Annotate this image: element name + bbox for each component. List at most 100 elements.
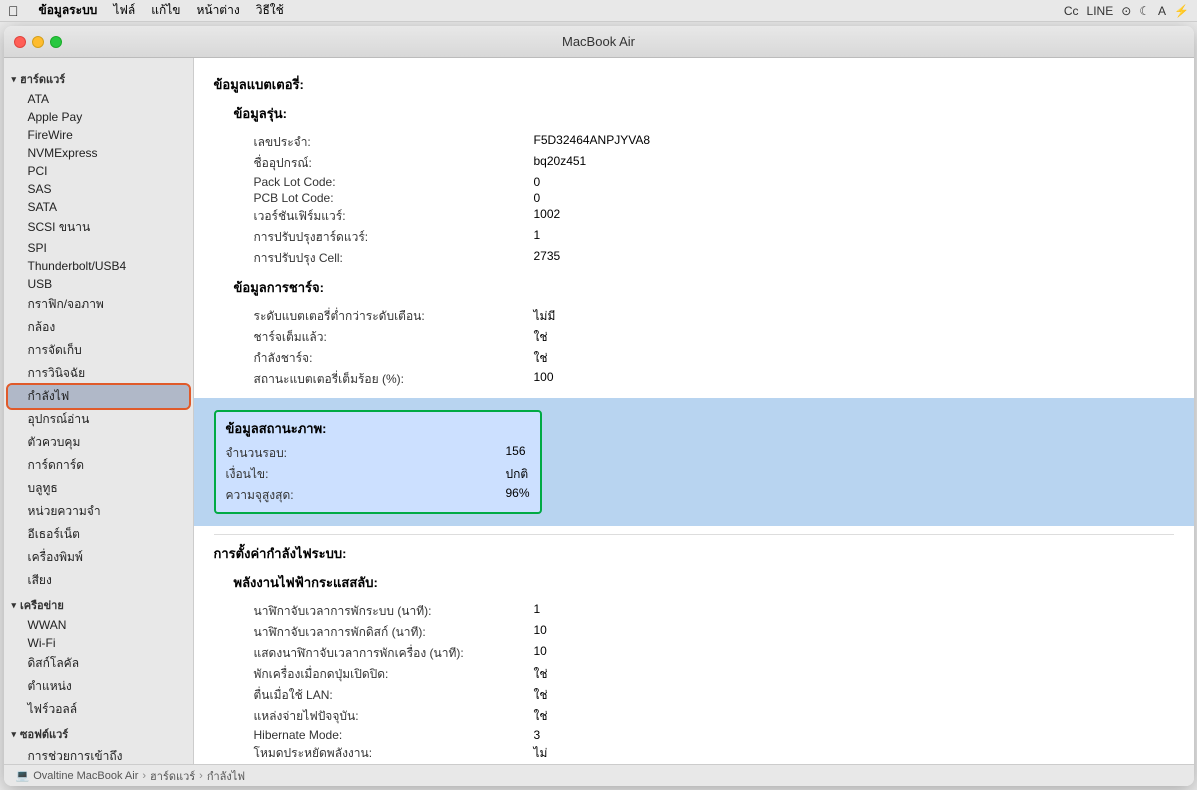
charge-field-charging: กำลังชาร์จ: ใช่ (254, 348, 1174, 369)
sidebar-item-firewire[interactable]: FireWire (4, 126, 193, 144)
status-field-condition: เงื่อนไข: ปกติ (226, 464, 530, 485)
sidebar-item-storage[interactable]: การจัดเก็บ (4, 339, 193, 362)
sidebar-item-usb[interactable]: USB (4, 275, 193, 293)
charge-info-block: ข้อมูลการชาร์จ: ระดับแบตเตอรี่ต่ำกว่าระด… (234, 277, 1174, 390)
network-group-header[interactable]: ▾ เครือข่าย (4, 592, 193, 616)
model-field-pcb: PCB Lot Code: 0 (254, 190, 1174, 206)
status-value-cycles: 156 (506, 444, 526, 463)
ac-power-block: พลังงานไฟฟ้ากระแสสลับ: นาฬิกาจับเวลาการพ… (234, 572, 1174, 764)
main-window: MacBook Air ▾ ฮาร์ดแวร์ ATA Apple Pay Fi… (4, 26, 1194, 786)
night-shift-icon: ☾ (1139, 4, 1150, 18)
charge-value-pct: 100 (534, 370, 554, 389)
sidebar-item-thunderbolt[interactable]: Thunderbolt/USB4 (4, 257, 193, 275)
ac-value-3: ใช่ (534, 665, 548, 684)
model-label-device: ชื่ออุปกรณ์: (254, 154, 534, 173)
ac-label-5: แหล่งจ่ายไฟปัจจุบัน: (254, 707, 534, 726)
sidebar-item-graphics[interactable]: กราฟิก/จอภาพ (4, 293, 193, 316)
status-highlight-block: ข้อมูลสถานะภาพ: จำนวนรอบ: 156 เงื่อนไข: … (214, 410, 542, 514)
titlebar: MacBook Air (4, 26, 1194, 58)
charge-info-title: ข้อมูลการชาร์จ: (234, 277, 1174, 298)
sidebar-item-sas[interactable]: SAS (4, 180, 193, 198)
model-field-hw: การปรับปรุงฮาร์ดแวร์: 1 (254, 227, 1174, 248)
sidebar-item-nvme[interactable]: NVMExpress (4, 144, 193, 162)
software-group-label: ซอฟต์แวร์ (20, 725, 68, 743)
model-info-block: ข้อมูลรุ่น: เลขประจำ: F5D32464ANPJYVA8 ช… (234, 103, 1174, 269)
model-value-device: bq20z451 (534, 154, 587, 173)
apple-menu[interactable]:  (8, 3, 19, 19)
charge-field-full: ชาร์จเต็มแล้ว: ใช่ (254, 327, 1174, 348)
sidebar: ▾ ฮาร์ดแวร์ ATA Apple Pay FireWire NVMEx… (4, 58, 194, 764)
hardware-group-header[interactable]: ▾ ฮาร์ดแวร์ (4, 66, 193, 90)
sidebar-item-scsi[interactable]: SCSI ขนาน (4, 216, 193, 239)
close-button[interactable] (14, 36, 26, 48)
traffic-lights (14, 36, 62, 48)
ac-field-3: พักเครื่องเมื่อกดปุ่มเปิดปิด: ใช่ (254, 664, 1174, 685)
status-row-highlight: ข้อมูลสถานะภาพ: จำนวนรอบ: 156 เงื่อนไข: … (194, 398, 1194, 526)
sidebar-item-controller[interactable]: ตัวควบคุม (4, 431, 193, 454)
ac-field-0: นาฬิกาจับเวลาการพักระบบ (นาที): 1 (254, 601, 1174, 622)
status-label-condition: เงื่อนไข: (226, 465, 506, 484)
sidebar-item-accessibility[interactable]: การช่วยการเข้าถึง (4, 745, 193, 764)
breadcrumb-section: กำลังไฟ (207, 767, 245, 785)
menu-window[interactable]: หน้าต่าง (196, 1, 239, 20)
ac-label-0: นาฬิกาจับเวลาการพักระบบ (นาที): (254, 602, 534, 621)
charge-value-full: ใช่ (534, 328, 548, 347)
model-label-serial: เลขประจำ: (254, 133, 534, 152)
menu-edit[interactable]: แก้ไข (151, 1, 180, 20)
sidebar-item-firewall[interactable]: ไฟร์วอลล์ (4, 698, 193, 721)
ac-fields: นาฬิกาจับเวลาการพักระบบ (นาที): 1 นาฬิกา… (254, 601, 1174, 764)
sidebar-item-ethernet[interactable]: อีเธอร์เน็ต (4, 523, 193, 546)
sidebar-item-pci[interactable]: PCI (4, 162, 193, 180)
model-label-cell: การปรับปรุง Cell: (254, 249, 534, 268)
ac-value-4: ใช่ (534, 686, 548, 705)
sidebar-item-power[interactable]: กำลังไฟ (8, 385, 189, 408)
model-value-hw: 1 (534, 228, 541, 247)
menu-help[interactable]: วิธีใช้ (256, 1, 284, 20)
sidebar-item-memory[interactable]: หน่วยความจำ (4, 500, 193, 523)
sidebar-item-applepay[interactable]: Apple Pay (4, 108, 193, 126)
sidebar-item-disklocal[interactable]: ดิสก์โลคัล (4, 652, 193, 675)
menu-system-info[interactable]: ข้อมูลระบบ (39, 1, 98, 20)
main-content: ▾ ฮาร์ดแวร์ ATA Apple Pay FireWire NVMEx… (4, 58, 1194, 764)
sidebar-item-location[interactable]: ตำแหน่ง (4, 675, 193, 698)
charge-label-charging: กำลังชาร์จ: (254, 349, 534, 368)
charge-value-charging: ใช่ (534, 349, 548, 368)
sidebar-item-spi[interactable]: SPI (4, 239, 193, 257)
power-settings-title: การตั้งค่ากำลังไฟระบบ: (214, 543, 1174, 564)
status-label-capacity: ความจุสูงสุด: (226, 486, 506, 505)
sidebar-item-sata[interactable]: SATA (4, 198, 193, 216)
sidebar-item-card[interactable]: การ์ดการ์ด (4, 454, 193, 477)
charge-field-low: ระดับแบตเตอรี่ต่ำกว่าระดับเตือน: ไม่มี (254, 306, 1174, 327)
ac-field-5: แหล่งจ่ายไฟปัจจุบัน: ใช่ (254, 706, 1174, 727)
status-field-cycles: จำนวนรอบ: 156 (226, 443, 530, 464)
sidebar-item-bluetooth[interactable]: บลูทูธ (4, 477, 193, 500)
menu-file[interactable]: ไฟล์ (113, 1, 135, 20)
line-icon: LINE (1087, 4, 1114, 18)
ac-label-2: แสดงนาฬิกาจับเวลาการพักเครื่อง (นาที): (254, 644, 534, 663)
sidebar-item-reader[interactable]: อุปกรณ์อ่าน (4, 408, 193, 431)
sidebar-item-wwan[interactable]: WWAN (4, 616, 193, 634)
sidebar-item-sound[interactable]: เสียง (4, 569, 193, 592)
sidebar-item-printer[interactable]: เครื่องพิมพ์ (4, 546, 193, 569)
status-value-condition: ปกติ (506, 465, 529, 484)
ac-value-2: 10 (534, 644, 547, 663)
model-label-pack: Pack Lot Code: (254, 175, 534, 189)
software-group-header[interactable]: ▾ ซอฟต์แวร์ (4, 721, 193, 745)
sidebar-item-ata[interactable]: ATA (4, 90, 193, 108)
sidebar-item-camera[interactable]: กล้อง (4, 316, 193, 339)
ac-label-4: ตื่นเมื่อใช้ LAN: (254, 686, 534, 705)
model-field-fw: เวอร์ชันเฟิร์มแวร์: 1002 (254, 206, 1174, 227)
sidebar-item-diagnostics[interactable]: การวินิจฉัย (4, 362, 193, 385)
model-label-hw: การปรับปรุงฮาร์ดแวร์: (254, 228, 534, 247)
ac-label-6: Hibernate Mode: (254, 728, 534, 742)
menubar:  ข้อมูลระบบ ไฟล์ แก้ไข หน้าต่าง วิธีใช้… (0, 0, 1197, 22)
ac-field-6: Hibernate Mode: 3 (254, 727, 1174, 743)
model-value-fw: 1002 (534, 207, 561, 226)
model-value-pack: 0 (534, 175, 541, 189)
network-group-label: เครือข่าย (20, 596, 64, 614)
divider1 (214, 534, 1174, 535)
minimize-button[interactable] (32, 36, 44, 48)
ac-field-2: แสดงนาฬิกาจับเวลาการพักเครื่อง (นาที): 1… (254, 643, 1174, 664)
maximize-button[interactable] (50, 36, 62, 48)
sidebar-item-wifi[interactable]: Wi-Fi (4, 634, 193, 652)
